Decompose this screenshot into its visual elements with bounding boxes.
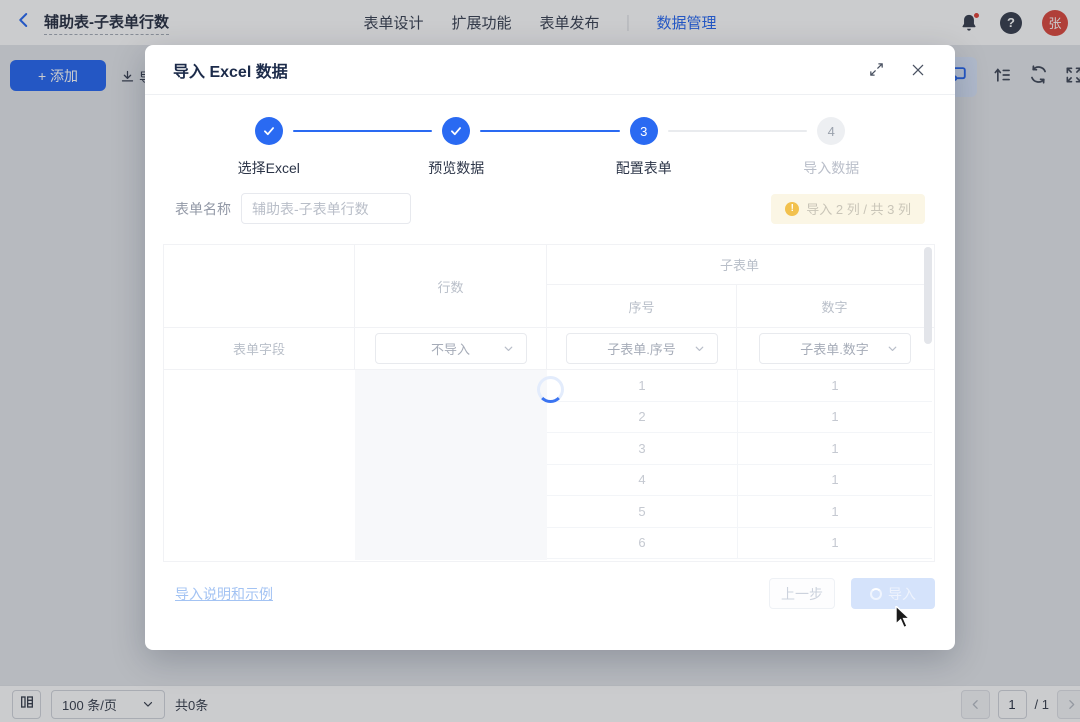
field-row-label: 表单字段 bbox=[164, 328, 355, 369]
form-name-row: 表单名称 ! 导入 2 列 / 共 3 列 bbox=[175, 193, 925, 224]
button-loading-icon bbox=[870, 588, 882, 600]
table-row: 21 bbox=[164, 402, 934, 434]
cell-number: 1 bbox=[737, 528, 932, 560]
form-name-label: 表单名称 bbox=[175, 199, 231, 219]
mapping-select-serial[interactable]: 子表单.序号 bbox=[566, 333, 718, 364]
step-circle-3: 3 bbox=[630, 117, 658, 145]
cell-serial: 5 bbox=[547, 496, 737, 528]
table-row: 61 bbox=[164, 528, 934, 560]
header-group-subform: 子表单 bbox=[547, 245, 932, 285]
warning-dot-icon: ! bbox=[785, 202, 799, 216]
step-import-data: 4 导入数据 bbox=[738, 117, 926, 178]
header-sub-serial: 序号 bbox=[547, 285, 737, 327]
cell-serial: 2 bbox=[547, 402, 737, 434]
import-columns-badge: ! 导入 2 列 / 共 3 列 bbox=[771, 194, 925, 224]
table-row: 31 bbox=[164, 433, 934, 465]
badge-text: 导入 2 列 / 共 3 列 bbox=[806, 199, 911, 218]
cell-serial: 3 bbox=[547, 433, 737, 465]
import-excel-modal: 导入 Excel 数据 选择Excel bbox=[145, 45, 955, 650]
stepper: 选择Excel 预览数据 3 配置表单 4 导入数据 bbox=[145, 95, 955, 178]
modal-title: 导入 Excel 数据 bbox=[173, 58, 288, 82]
mapping-select-number[interactable]: 子表单.数字 bbox=[759, 333, 911, 364]
mapping-select-rowcount[interactable]: 不导入 bbox=[375, 333, 527, 364]
cell-serial: 4 bbox=[547, 465, 737, 497]
step-circle-2 bbox=[442, 117, 470, 145]
modal-close-button[interactable] bbox=[909, 61, 927, 79]
step-circle-1 bbox=[255, 117, 283, 145]
step-circle-4: 4 bbox=[817, 117, 845, 145]
cell-number: 1 bbox=[737, 433, 932, 465]
loading-spinner bbox=[537, 376, 564, 403]
step-configure-form: 3 配置表单 bbox=[550, 117, 738, 178]
header-rowcount: 行数 bbox=[355, 245, 547, 327]
modal-expand-button[interactable] bbox=[867, 61, 885, 79]
modal-footer: 导入说明和示例 上一步 导入 bbox=[175, 578, 935, 609]
import-button-label: 导入 bbox=[888, 584, 916, 604]
table-scrollbar[interactable] bbox=[924, 247, 932, 344]
check-icon bbox=[262, 124, 276, 138]
screen: 辅助表-子表单行数 表单设计 扩展功能 表单发布 数据管理 ? 张 + 添加 bbox=[0, 0, 1080, 722]
cell-number: 1 bbox=[737, 496, 932, 528]
step-label: 选择Excel bbox=[238, 158, 300, 178]
form-name-input[interactable] bbox=[241, 193, 411, 224]
cell-number: 1 bbox=[737, 370, 932, 402]
step-preview-data: 预览数据 bbox=[363, 117, 551, 178]
cell-number: 1 bbox=[737, 465, 932, 497]
chevron-down-icon bbox=[886, 342, 899, 355]
table-row: 51 bbox=[164, 496, 934, 528]
cell-serial: 1 bbox=[547, 370, 737, 402]
table-header: 行数 子表单 序号 数字 bbox=[164, 245, 934, 327]
step-label: 导入数据 bbox=[803, 158, 859, 178]
step-label: 预览数据 bbox=[428, 158, 484, 178]
select-value: 子表单.数字 bbox=[800, 339, 869, 358]
expand-icon bbox=[868, 61, 885, 78]
import-help-link[interactable]: 导入说明和示例 bbox=[175, 584, 273, 604]
field-mapping-row: 表单字段 不导入 子表单.序号 子表单.数字 bbox=[164, 327, 934, 370]
select-value: 不导入 bbox=[431, 339, 470, 358]
step-select-excel: 选择Excel bbox=[175, 117, 363, 178]
modal-header: 导入 Excel 数据 bbox=[145, 45, 955, 95]
chevron-down-icon bbox=[502, 342, 515, 355]
cell-serial: 6 bbox=[547, 528, 737, 560]
cell-number: 1 bbox=[737, 402, 932, 434]
check-icon bbox=[449, 124, 463, 138]
select-value: 子表单.序号 bbox=[607, 339, 676, 358]
chevron-down-icon bbox=[693, 342, 706, 355]
import-button[interactable]: 导入 bbox=[851, 578, 935, 609]
header-blank-cell bbox=[164, 245, 355, 327]
table-row: 41 bbox=[164, 465, 934, 497]
mapping-table: 行数 子表单 序号 数字 表单字段 不导入 子表单.序号 bbox=[163, 244, 935, 562]
step-label: 配置表单 bbox=[616, 158, 672, 178]
prev-step-button[interactable]: 上一步 bbox=[769, 578, 835, 609]
close-icon bbox=[910, 62, 926, 78]
header-sub-number: 数字 bbox=[737, 285, 932, 327]
